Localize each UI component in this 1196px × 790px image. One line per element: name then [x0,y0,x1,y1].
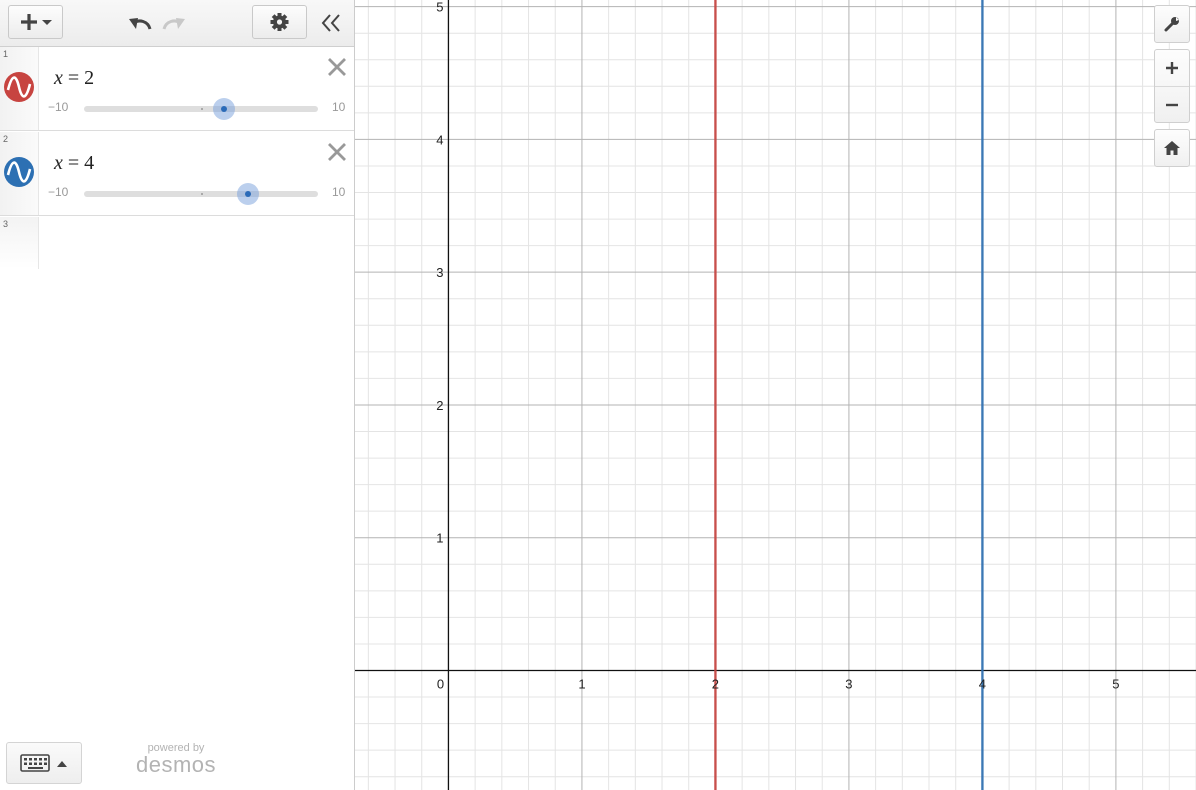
slider-zero-tick [201,193,203,195]
zoom-in-button[interactable] [1155,50,1189,86]
gear-icon [270,13,289,31]
expression-panel: 1 x = 2 −10 10 2 x = 4 −10 10 3 powered … [0,0,355,790]
caret-up-icon [57,761,67,767]
expression-gutter: 2 [0,132,39,215]
expression-gutter: 1 [0,47,39,130]
redo-button[interactable] [160,9,188,37]
plus-dropdown-icon [21,14,52,30]
expression-toolbar [0,0,354,47]
home-icon [1164,141,1180,155]
expression-index: 1 [3,49,9,59]
zoom-out-button[interactable] [1155,87,1189,123]
y-tick-label: 4 [436,132,443,147]
desmos-logo: powered by desmos [135,742,217,777]
double-chevron-left-icon [321,14,340,32]
undo-icon [129,18,152,30]
undo-button[interactable] [126,9,154,37]
expression-row-3[interactable]: 3 [0,217,354,269]
expression-gutter: 3 [0,217,39,269]
x-tick-label: 4 [979,677,986,692]
slider-max-label[interactable]: 10 [332,100,345,114]
slider-track[interactable] [84,98,318,120]
graph-color-toggle-icon[interactable] [4,157,34,187]
graph-color-toggle-icon[interactable] [4,72,34,102]
keyboard-icon [20,754,50,772]
expression-input[interactable]: x = 2 [54,67,94,90]
x-tick-label: 3 [845,677,852,692]
wrench-icon [1164,17,1179,32]
add-item-button[interactable] [8,5,63,39]
zoom-controls [1154,49,1190,123]
axis-tick-labels: 0 1 2 3 4 5 1 2 3 4 5 [436,0,1119,692]
expression-index: 2 [3,134,9,144]
expression-index: 3 [3,219,9,229]
x-tick-label: 5 [1112,677,1119,692]
y-tick-label: 5 [436,0,443,15]
plus-icon [1166,62,1178,74]
expression-row-2[interactable]: 2 x = 4 −10 10 [0,132,354,216]
slider-handle[interactable] [236,183,259,205]
slider-zero-tick [201,108,203,110]
graph-canvas[interactable]: 0 1 2 3 4 5 1 2 3 4 5 [355,0,1196,790]
close-icon [328,143,346,161]
keypad-toggle-button[interactable] [6,742,82,784]
close-icon [328,58,346,76]
axes [355,0,1196,790]
slider-max-label[interactable]: 10 [332,185,345,199]
expression-input[interactable]: x = 4 [54,152,94,175]
default-zoom-button[interactable] [1154,129,1190,167]
y-tick-label: 1 [436,531,443,546]
x-tick-label: 1 [578,677,585,692]
settings-button[interactable] [252,5,307,39]
expression-row-1[interactable]: 1 x = 2 −10 10 [0,47,354,131]
y-tick-label: 3 [436,265,443,280]
x-tick-label: 0 [437,677,444,692]
slider-min-label[interactable]: −10 [48,185,68,199]
slider-track[interactable] [84,183,318,205]
y-tick-label: 2 [436,398,443,413]
redo-icon [162,18,185,30]
x-tick-label: 2 [712,677,719,692]
slider-min-label[interactable]: −10 [48,100,68,114]
slider-handle[interactable] [213,98,236,120]
delete-expression-button[interactable] [326,141,348,163]
major-gridlines [355,0,1196,790]
minus-icon [1166,103,1178,107]
graph-settings-button[interactable] [1154,5,1190,43]
collapse-panel-button[interactable] [317,9,345,37]
delete-expression-button[interactable] [326,56,348,78]
minor-gridlines [355,0,1196,790]
